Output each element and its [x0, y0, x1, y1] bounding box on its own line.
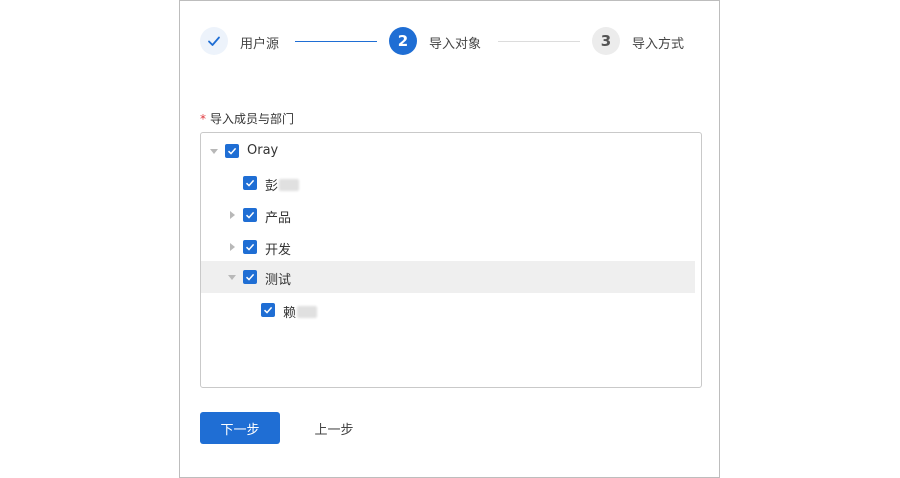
- step-1-circle: [200, 27, 228, 55]
- tree-checkbox[interactable]: [243, 240, 257, 254]
- field-label-text: 导入成员与部门: [210, 112, 295, 126]
- redacted-name: [279, 179, 300, 191]
- tree-checkbox[interactable]: [243, 208, 257, 222]
- step-connector-2: [498, 41, 580, 42]
- tree-label: 彭: [265, 175, 300, 194]
- tree-label: 赖: [283, 302, 318, 321]
- check-icon: [245, 273, 255, 281]
- step-2-label: 导入对象: [429, 37, 482, 52]
- tree-label: 产品: [265, 211, 292, 226]
- step-connector-1: [295, 41, 377, 42]
- previous-step-button[interactable]: 上一步: [300, 412, 368, 444]
- tree-label: Oray: [247, 143, 279, 158]
- tree-row-test[interactable]: 测试: [201, 261, 695, 293]
- import-dialog: 用户源 2 导入对象 3 导入方式 * 导入成员与部门 Oray 彭 产品 开发…: [179, 0, 720, 478]
- collapse-arrow-icon[interactable]: [228, 275, 236, 280]
- tree-row-user[interactable]: 彭: [201, 167, 695, 199]
- check-icon: [245, 211, 255, 219]
- tree-checkbox[interactable]: [243, 176, 257, 190]
- tree-row-oray[interactable]: Oray: [201, 135, 695, 167]
- tree-row-product[interactable]: 产品: [201, 199, 695, 231]
- required-mark: *: [200, 112, 206, 126]
- tree-row-dev[interactable]: 开发: [201, 231, 695, 263]
- check-icon: [227, 147, 237, 155]
- tree-row-user[interactable]: 赖: [201, 294, 695, 326]
- member-tree[interactable]: Oray 彭 产品 开发 测试 赖: [200, 132, 702, 388]
- collapse-arrow-icon[interactable]: [210, 149, 218, 154]
- step-2-circle: 2: [389, 27, 417, 55]
- redacted-name: [297, 306, 318, 318]
- tree-checkbox[interactable]: [243, 270, 257, 284]
- tree-label: 测试: [265, 273, 292, 288]
- step-3-label: 导入方式: [632, 37, 685, 52]
- check-icon: [245, 179, 255, 187]
- tree-label: 开发: [265, 243, 292, 258]
- step-3-circle: 3: [592, 27, 620, 55]
- expand-arrow-icon[interactable]: [230, 211, 235, 219]
- tree-checkbox[interactable]: [261, 303, 275, 317]
- step-1-label: 用户源: [240, 37, 280, 52]
- next-step-button[interactable]: 下一步: [200, 412, 280, 444]
- expand-arrow-icon[interactable]: [230, 243, 235, 251]
- field-label: * 导入成员与部门: [200, 110, 294, 127]
- tree-checkbox[interactable]: [225, 144, 239, 158]
- check-icon: [245, 243, 255, 251]
- check-icon: [263, 306, 273, 314]
- checkmark-icon: [208, 36, 220, 46]
- stepper: 用户源 2 导入对象 3 导入方式: [200, 27, 700, 57]
